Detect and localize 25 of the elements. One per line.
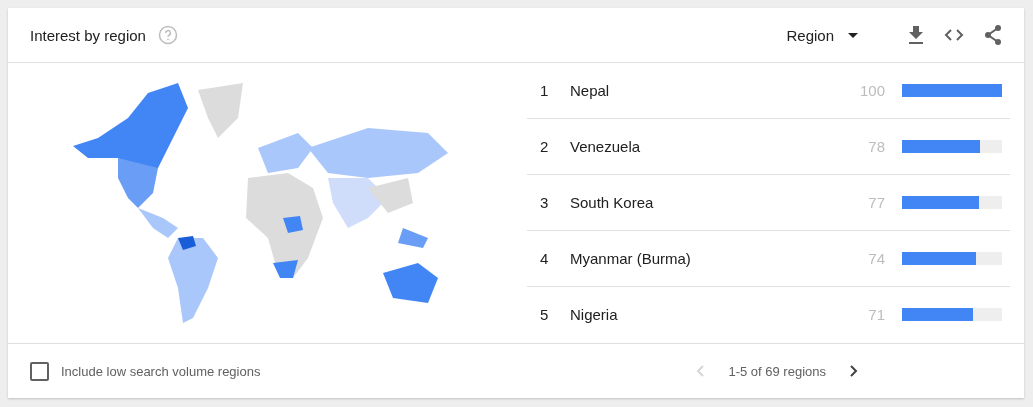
checkbox[interactable]	[30, 361, 49, 381]
rank-number: 1	[539, 82, 550, 99]
rank-number: 2	[539, 138, 550, 155]
region-name: Nepal	[570, 82, 611, 99]
rank-number: 3	[539, 194, 550, 211]
card-title: Interest by region	[30, 26, 146, 44]
share-icon[interactable]	[984, 25, 1002, 45]
region-name: Venezuela	[570, 138, 642, 155]
region-name: Nigeria	[570, 306, 619, 323]
rank-number: 5	[539, 306, 550, 323]
embed-code-icon[interactable]	[944, 29, 964, 41]
caret-icon	[848, 32, 858, 38]
interest-value: 71	[867, 306, 885, 323]
pagination-label: 1-5 of 69 regions	[728, 363, 826, 379]
region-name: South Korea	[570, 194, 655, 211]
interest-value: 100	[858, 82, 885, 99]
region-dropdown[interactable]: Region	[786, 22, 858, 48]
interest-value: 77	[867, 194, 885, 211]
download-icon[interactable]	[908, 26, 924, 44]
next-page-icon[interactable]	[850, 365, 858, 377]
checkbox-label: Include low search volume regions	[61, 363, 261, 379]
interest-value: 74	[867, 250, 885, 267]
interest-value: 78	[867, 138, 885, 155]
rank-number: 4	[539, 250, 550, 267]
region-name: Myanmar (Burma)	[570, 250, 692, 267]
